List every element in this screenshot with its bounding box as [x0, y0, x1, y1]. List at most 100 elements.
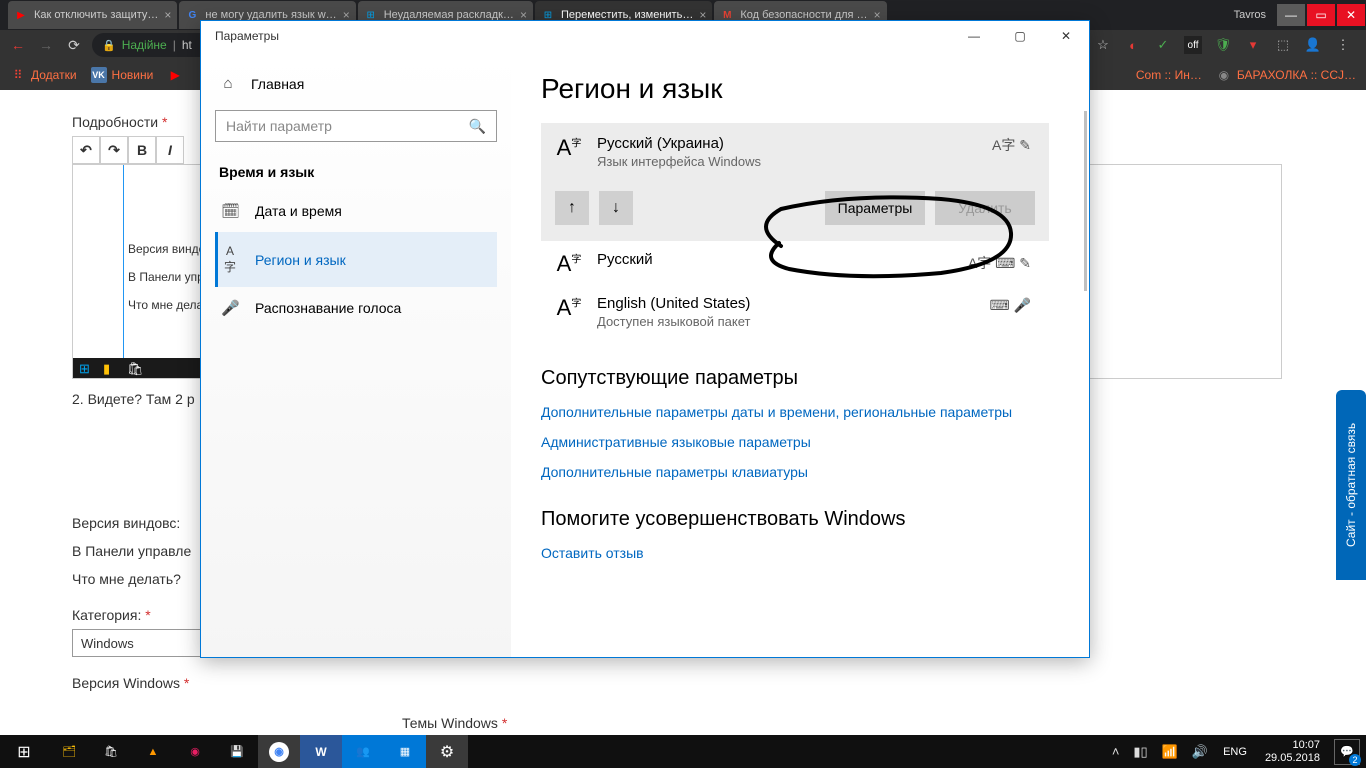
- close-icon[interactable]: ×: [164, 8, 171, 22]
- taskbar-store[interactable]: 🛍: [90, 735, 132, 768]
- bold-button[interactable]: B: [128, 136, 156, 164]
- taskbar-explorer[interactable]: 🗂: [48, 735, 90, 768]
- taskbar-chrome[interactable]: ◉: [258, 735, 300, 768]
- language-glyph-icon: A字: [555, 135, 583, 159]
- apps-icon: ⠿: [10, 67, 26, 83]
- win-version-label: Версия Windows *: [72, 675, 1356, 691]
- move-up-button[interactable]: ↑: [555, 191, 589, 225]
- scrollbar[interactable]: [1084, 111, 1087, 291]
- language-item[interactable]: A字 Русский A字 ⌨ ✎: [541, 241, 1049, 285]
- language-icon: A字: [221, 244, 239, 275]
- search-icon: 🔍: [469, 118, 486, 135]
- bookmark-item[interactable]: Com :: Ин…: [1136, 68, 1202, 82]
- language-glyph-icon: A字: [555, 251, 583, 275]
- language-actions: ↑ ↓ Параметры Удалить: [541, 181, 1049, 241]
- undo-button[interactable]: ↶: [72, 136, 100, 164]
- move-down-button[interactable]: ↓: [599, 191, 633, 225]
- ext-icon[interactable]: ⬚: [1274, 36, 1292, 54]
- taskbar-settings[interactable]: ⚙: [426, 735, 468, 768]
- window-title: Параметры: [215, 29, 279, 43]
- italic-button[interactable]: I: [156, 136, 184, 164]
- related-link[interactable]: Дополнительные параметры даты и времени,…: [541, 404, 1049, 420]
- tray-chevron-icon[interactable]: ˄: [1109, 744, 1123, 759]
- params-button[interactable]: Параметры: [825, 191, 925, 225]
- store-icon: 🛍: [127, 361, 141, 375]
- ext-icon[interactable]: off: [1184, 36, 1202, 54]
- language-indicator[interactable]: ENG: [1219, 746, 1251, 758]
- menu-icon[interactable]: ⋮: [1334, 36, 1352, 54]
- reload-icon[interactable]: ⟳: [64, 35, 84, 55]
- settings-titlebar[interactable]: Параметры — ▢ ✕: [201, 21, 1089, 51]
- minimize-button[interactable]: —: [1277, 4, 1305, 26]
- bookmark-item[interactable]: ▶: [167, 67, 183, 83]
- feedback-link[interactable]: Оставить отзыв: [541, 545, 1049, 561]
- settings-window: Параметры — ▢ ✕ ⌂ Главная Найти параметр…: [200, 20, 1090, 658]
- ext-icon[interactable]: ✓: [1154, 36, 1172, 54]
- nav-region-language[interactable]: A字 Регион и язык: [215, 232, 497, 287]
- ext-icon[interactable]: ◐: [1124, 36, 1142, 54]
- related-link[interactable]: Дополнительные параметры клавиатуры: [541, 464, 1049, 480]
- language-feature-icons: A字 ✎: [992, 135, 1031, 155]
- language-name: Русский: [597, 251, 653, 268]
- improve-heading: Помогите усовершенствовать Windows: [541, 508, 1049, 531]
- maximize-button[interactable]: ▭: [1307, 4, 1335, 26]
- nav-date-time[interactable]: 🗓 Дата и время: [215, 190, 497, 232]
- minimize-button[interactable]: —: [951, 21, 997, 51]
- win-icon: ⊞: [79, 361, 93, 375]
- apps-button[interactable]: ⠿Додатки: [10, 67, 77, 83]
- url-text: ht: [182, 38, 192, 52]
- taskbar-app[interactable]: ▲: [132, 735, 174, 768]
- close-button[interactable]: ✕: [1043, 21, 1089, 51]
- taskbar-word[interactable]: W: [300, 735, 342, 768]
- battery-icon[interactable]: ▮▯: [1130, 744, 1150, 760]
- redo-button[interactable]: ↷: [100, 136, 128, 164]
- language-feature-icons: ⌨ 🎤: [989, 297, 1031, 314]
- nav-speech[interactable]: 🎤 Распознавание голоса: [215, 287, 497, 329]
- embedded-taskbar-snippet: ⊞ ▮ 🛍: [73, 358, 203, 378]
- browser-user[interactable]: Tavros: [1224, 9, 1276, 21]
- bookmark-item[interactable]: VKНовини: [91, 67, 154, 83]
- settings-main: Регион и язык A字 Русский (Украина) Язык …: [511, 51, 1089, 657]
- notifications-button[interactable]: 💬 2: [1334, 739, 1360, 765]
- language-name: English (United States): [597, 295, 750, 312]
- page-heading: Регион и язык: [541, 73, 1049, 105]
- taskbar-clock[interactable]: 10:07 29.05.2018: [1259, 739, 1326, 764]
- taskbar-app[interactable]: 👥: [342, 735, 384, 768]
- related-link[interactable]: Административные языковые параметры: [541, 434, 1049, 450]
- volume-icon[interactable]: 🔊: [1189, 744, 1211, 760]
- settings-search[interactable]: Найти параметр 🔍: [215, 110, 497, 142]
- steam-icon: ◉: [1216, 67, 1232, 83]
- taskbar-app[interactable]: 💾: [216, 735, 258, 768]
- language-name: Русский (Украина): [597, 135, 761, 152]
- taskbar-app[interactable]: ◉: [174, 735, 216, 768]
- language-item[interactable]: A字 English (United States) Доступен язык…: [541, 285, 1049, 339]
- ext-icon[interactable]: 🛡: [1214, 36, 1232, 54]
- language-glyph-icon: A字: [555, 295, 583, 319]
- forward-icon[interactable]: →: [36, 35, 56, 55]
- secure-label: Надійне: [122, 38, 167, 52]
- start-button[interactable]: ⊞: [0, 735, 48, 768]
- language-feature-icons: A字 ⌨ ✎: [968, 253, 1031, 273]
- nav-home[interactable]: ⌂ Главная: [215, 65, 497, 102]
- bookmark-item[interactable]: ◉БАРАХОЛКА :: CCJ…: [1216, 67, 1356, 83]
- lock-icon: 🔒: [102, 39, 116, 52]
- ext-icon[interactable]: 👤: [1304, 36, 1322, 54]
- home-icon: ⌂: [219, 75, 237, 92]
- close-button[interactable]: ✕: [1337, 4, 1365, 26]
- youtube-icon: ▶: [167, 67, 183, 83]
- feedback-tab[interactable]: Сайт - обратная связь: [1336, 390, 1366, 580]
- nav-section-label: Время и язык: [219, 164, 497, 180]
- taskbar-app[interactable]: ▦: [384, 735, 426, 768]
- calendar-icon: 🗓: [221, 202, 239, 220]
- wifi-icon[interactable]: 📶: [1159, 744, 1181, 760]
- star-icon[interactable]: ☆: [1094, 36, 1112, 54]
- back-icon[interactable]: ←: [8, 35, 28, 55]
- windows-taskbar: ⊞ 🗂 🛍 ▲ ◉ 💾 ◉ W 👥 ▦ ⚙ ˄ ▮▯ 📶 🔊 ENG 10:07…: [0, 735, 1366, 768]
- browser-tab[interactable]: ▶Как отключить защиту…×: [8, 1, 177, 29]
- language-item-selected[interactable]: A字 Русский (Украина) Язык интерфейса Win…: [541, 123, 1049, 181]
- themes-label: Темы Windows *: [402, 715, 507, 731]
- ext-icon[interactable]: ▾: [1244, 36, 1262, 54]
- maximize-button[interactable]: ▢: [997, 21, 1043, 51]
- related-heading: Сопутствующие параметры: [541, 367, 1049, 390]
- settings-sidebar: ⌂ Главная Найти параметр 🔍 Время и язык …: [201, 51, 511, 657]
